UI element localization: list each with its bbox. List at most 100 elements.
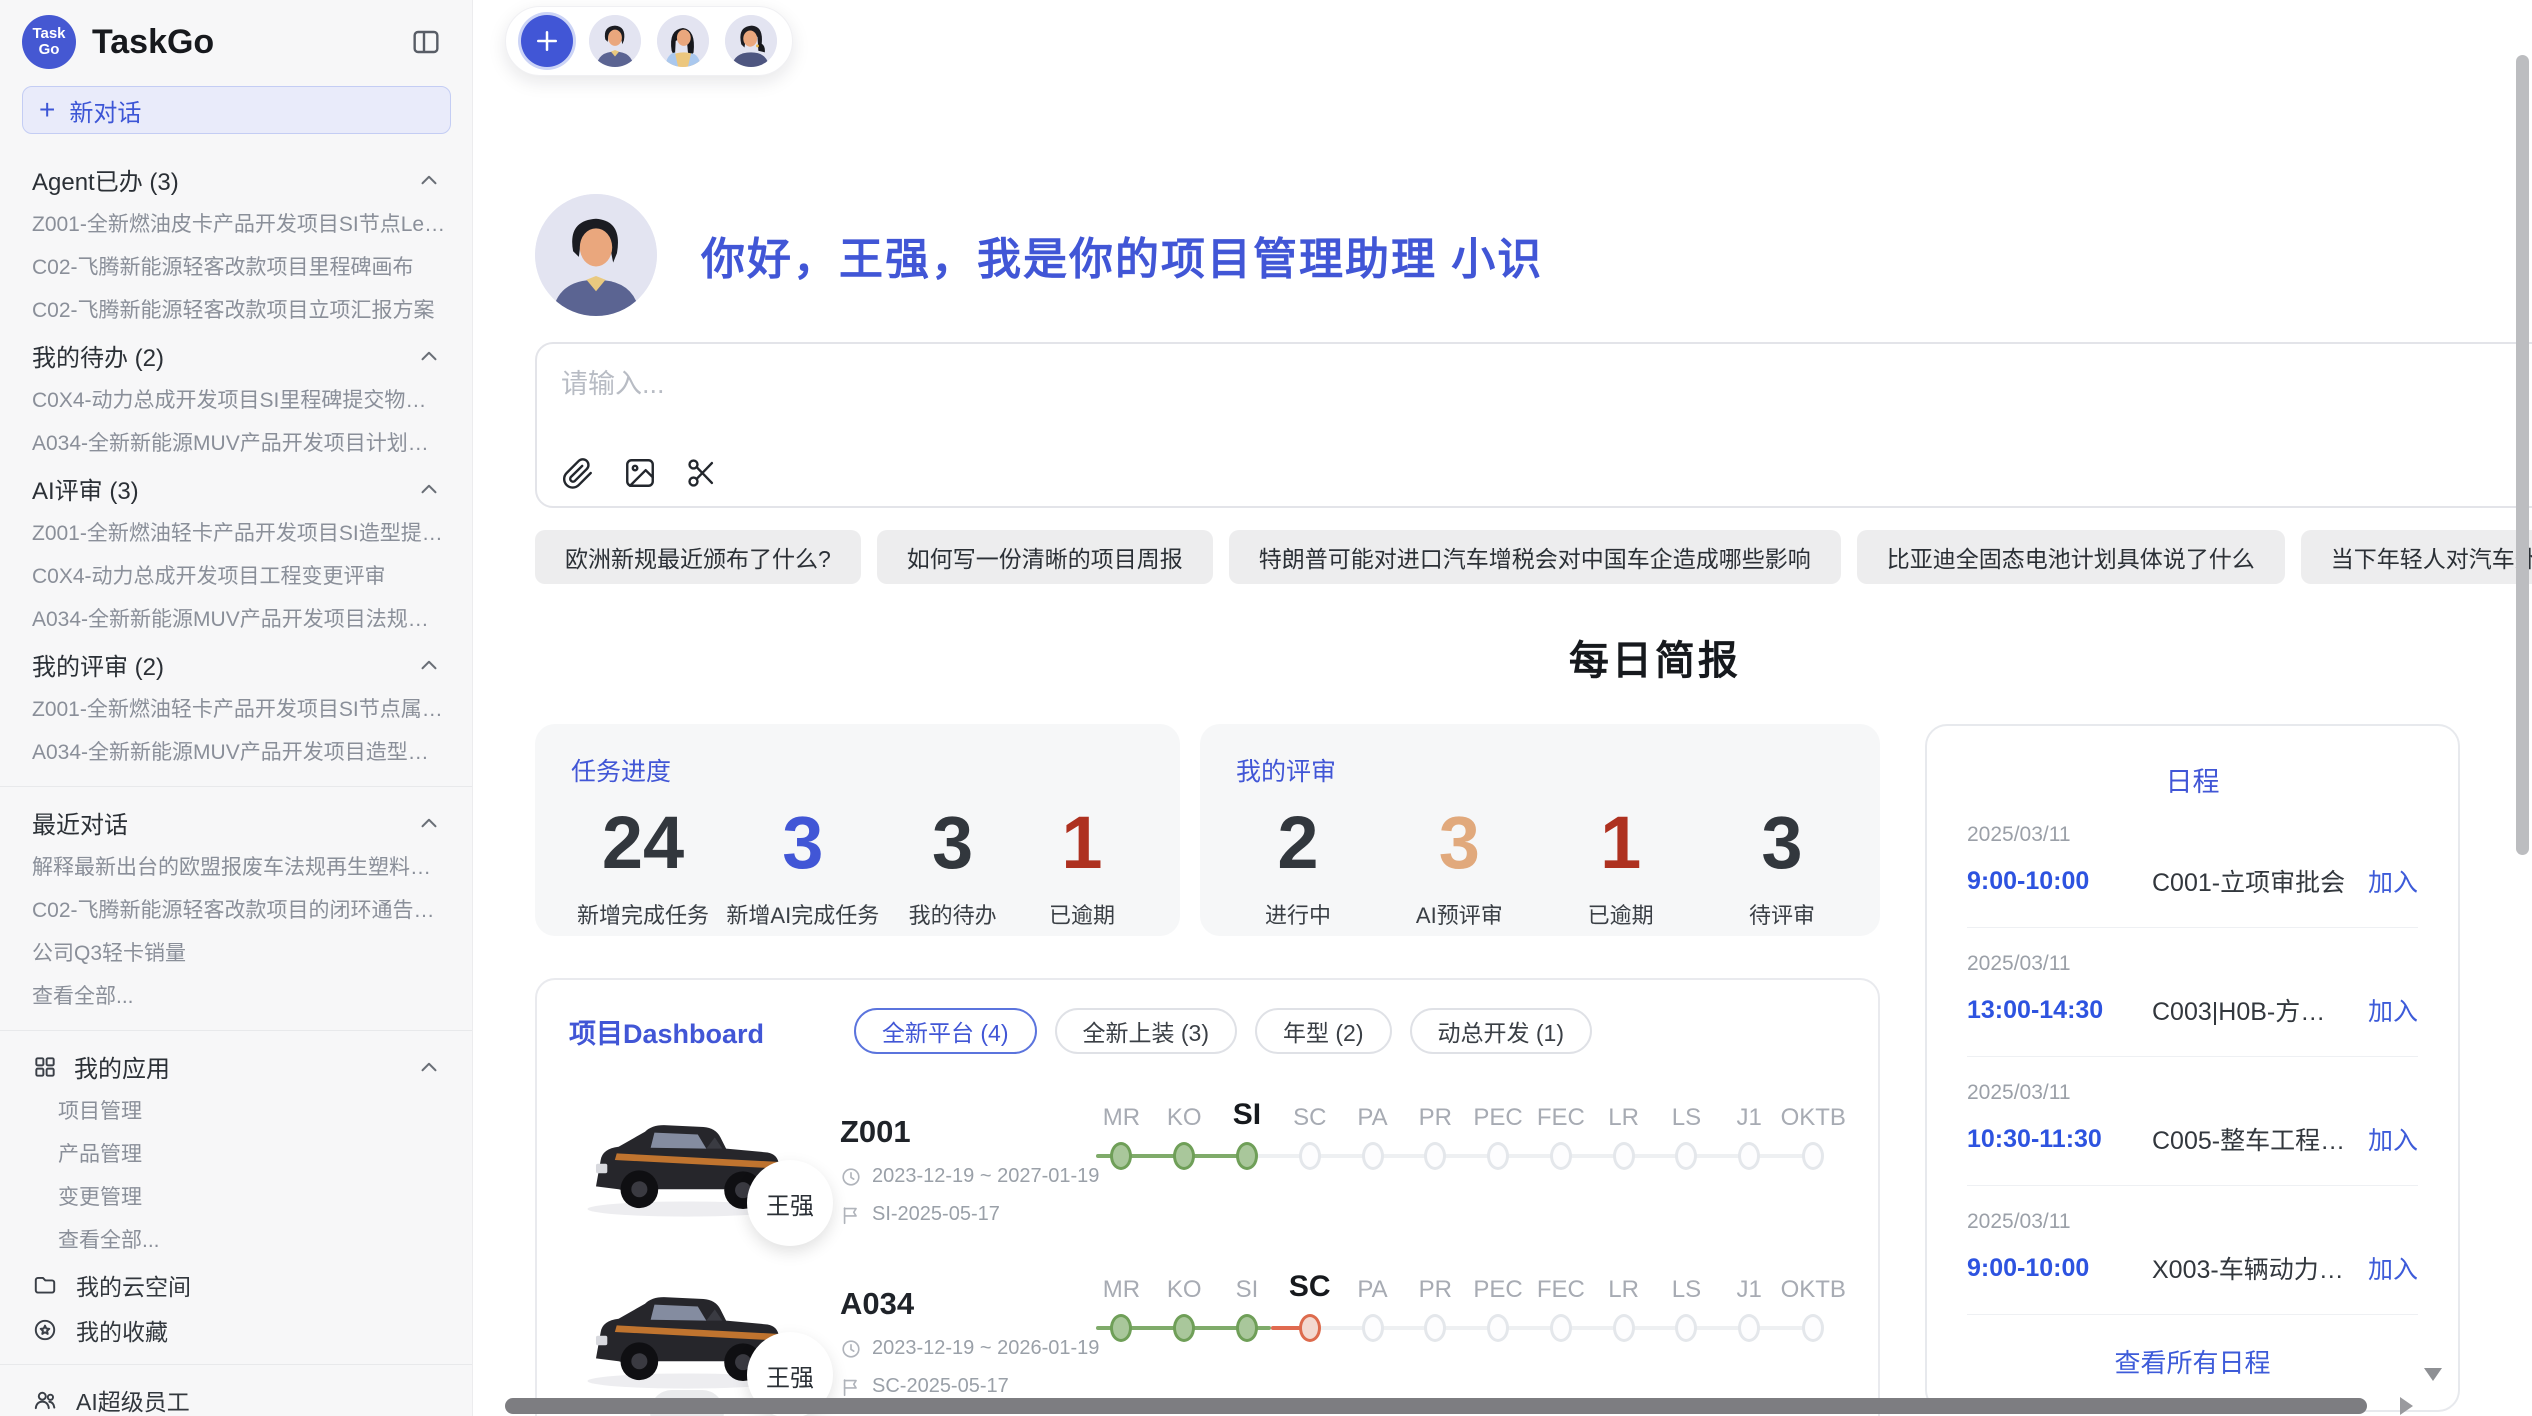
sidebar-item[interactable]: C02-飞腾新能源轻客改款项目立项汇报方案: [0, 289, 472, 332]
new-chat-button[interactable]: + 新对话: [22, 86, 451, 134]
suggestion-chip[interactable]: 欧洲新规最近颁布了什么?: [535, 530, 861, 584]
milestone-label: KO: [1167, 1096, 1202, 1132]
milestone-label: SC: [1293, 1096, 1326, 1132]
add-conversation-button[interactable]: [521, 15, 573, 67]
sidebar-section-label: 我的待办 (2): [32, 338, 164, 373]
milestone: KO: [1153, 1268, 1216, 1342]
milestone-label: FEC: [1537, 1096, 1585, 1132]
milestone: SI: [1216, 1268, 1279, 1342]
attachment-icon[interactable]: [561, 456, 595, 490]
app-item[interactable]: 变更管理: [0, 1176, 472, 1219]
scroll-down-arrow-icon[interactable]: [2424, 1368, 2442, 1381]
milestone-label: LR: [1608, 1096, 1639, 1132]
milestone-label: J1: [1737, 1268, 1762, 1304]
dashboard-tab[interactable]: 年型 (2): [1255, 1008, 1392, 1054]
sidebar-item-cloud-space[interactable]: 我的云空间: [0, 1262, 472, 1307]
horizontal-scrollbar[interactable]: [505, 1398, 2367, 1415]
sidebar-item[interactable]: C0X4-动力总成开发项目SI里程碑提交物检查: [0, 379, 472, 422]
image-icon[interactable]: [623, 456, 657, 490]
milestone-dot: [1362, 1142, 1384, 1170]
recent-chat-item[interactable]: 公司Q3轻卡销量: [0, 932, 472, 975]
recent-chat-item[interactable]: C02-飞腾新能源轻客改款项目的闭环通告反馈情况: [0, 889, 472, 932]
sidebar-section-header[interactable]: 我的待办 (2): [0, 332, 472, 379]
date-range-text: 2023-12-19 ~ 2026-01-19: [872, 1337, 1099, 1360]
apps-grid-icon: [32, 1054, 58, 1080]
stat: 1已逾期: [1026, 804, 1138, 930]
milestone-dot: [1487, 1314, 1509, 1342]
sidebar-section-header-recent[interactable]: 最近对话: [0, 799, 472, 846]
stat-card: 我的评审2进行中3AI预评审1已逾期3待评审: [1200, 724, 1880, 936]
milestone: PEC: [1467, 1268, 1530, 1342]
sidebar-item[interactable]: A034-全新新能源MUV产品开发项目法规符合性评审: [0, 598, 472, 641]
sidebar-item-favorites[interactable]: 我的收藏: [0, 1307, 472, 1352]
join-meeting-link[interactable]: 加入: [2368, 863, 2418, 899]
composer: [535, 342, 2532, 508]
join-meeting-link[interactable]: 加入: [2368, 1121, 2418, 1157]
join-meeting-link[interactable]: 加入: [2368, 992, 2418, 1028]
stat-value: 1: [1600, 804, 1641, 882]
sidebar-section-header[interactable]: 我的评审 (2): [0, 641, 472, 688]
contact-avatar-2[interactable]: [657, 15, 709, 67]
recent-chat-item[interactable]: 查看全部...: [0, 975, 472, 1018]
sidebar-item[interactable]: C0X4-动力总成开发项目工程变更评审: [0, 555, 472, 598]
dashboard-tab[interactable]: 动总开发 (1): [1410, 1008, 1593, 1054]
sidebar-section-header[interactable]: Agent已办 (3): [0, 156, 472, 203]
milestone: SC: [1278, 1268, 1341, 1342]
milestone-label: PR: [1419, 1268, 1452, 1304]
milestone-label: PEC: [1473, 1268, 1522, 1304]
milestone: PR: [1404, 1096, 1467, 1170]
project-dashboard-card: 项目Dashboard 全新平台 (4)全新上装 (3)年型 (2)动总开发 (…: [535, 978, 1880, 1416]
contact-avatar-1[interactable]: [589, 15, 641, 67]
vertical-scrollbar[interactable]: [2516, 55, 2529, 855]
briefing-left-column: 任务进度24新增完成任务3新增AI完成任务3我的待办1已逾期我的评审2进行中3A…: [535, 724, 1880, 1416]
stat-label: 新增完成任务: [577, 898, 709, 930]
stat-row: 2进行中3AI预评审1已逾期3待评审: [1236, 804, 1844, 930]
stat-label: 待评审: [1749, 898, 1815, 930]
project-row[interactable]: 王强A0342023-12-19 ~ 2026-01-19SC-2025-05-…: [569, 1266, 1846, 1398]
milestone-label: PA: [1357, 1268, 1387, 1304]
milestone-dot: [1802, 1314, 1824, 1342]
stat-value: 3: [932, 804, 973, 882]
sidebar-item[interactable]: A034-全新新能源MUV产品开发项目计划变更表编写: [0, 422, 472, 465]
scroll-right-arrow-icon[interactable]: [2400, 1397, 2413, 1415]
sidebar-section-header[interactable]: AI评审 (3): [0, 465, 472, 512]
app-item[interactable]: 产品管理: [0, 1133, 472, 1176]
project-list: 王强Z0012023-12-19 ~ 2027-01-19SI-2025-05-…: [569, 1094, 1846, 1398]
suggestion-chip[interactable]: 比亚迪全固态电池计划具体说了什么: [1857, 530, 2285, 584]
project-row[interactable]: 王强Z0012023-12-19 ~ 2027-01-19SI-2025-05-…: [569, 1094, 1846, 1226]
date-range-text: 2023-12-19 ~ 2027-01-19: [872, 1165, 1099, 1188]
suggestion-chip[interactable]: 特朗普可能对进口汽车增税会对中国车企造成哪些影响: [1229, 530, 1841, 584]
app-item[interactable]: 项目管理: [0, 1090, 472, 1133]
view-all-schedule-link[interactable]: 查看所有日程: [1967, 1343, 2418, 1380]
plus-icon: +: [39, 96, 55, 124]
sidebar-section-header-apps[interactable]: 我的应用: [0, 1043, 472, 1090]
assistant-avatar: [535, 194, 657, 316]
dashboard-tab[interactable]: 全新上装 (3): [1055, 1008, 1238, 1054]
sidebar-item[interactable]: C02-飞腾新能源轻客改款项目里程碑画布: [0, 246, 472, 289]
contact-avatar-3[interactable]: [725, 15, 777, 67]
suggestion-chip[interactable]: 如何写一份清晰的项目周报: [877, 530, 1213, 584]
milestone: MR: [1090, 1096, 1153, 1170]
stat: 3待评审: [1726, 804, 1838, 930]
sidebar-item[interactable]: A034-全新新能源MUV产品开发项目造型可行性评审: [0, 731, 472, 774]
app-logo: Task Go: [22, 15, 76, 69]
join-meeting-link[interactable]: 加入: [2368, 1250, 2418, 1286]
sidebar-section-label: 最近对话: [32, 805, 128, 840]
scissors-icon[interactable]: [685, 456, 719, 490]
schedule-item-row: 13:00-14:30C003|H0B-方案冻结评审加入: [1967, 992, 2418, 1028]
project-vehicle-image: 王强: [569, 1094, 804, 1226]
milestone-date-text: SI-2025-05-17: [872, 1203, 1000, 1226]
sidebar-item-ai-staff[interactable]: AI超级员工: [0, 1377, 472, 1416]
milestone-label: LS: [1672, 1096, 1701, 1132]
horizontal-scrollbar-thumb[interactable]: [505, 1398, 2367, 1414]
milestone-date-text: SC-2025-05-17: [872, 1375, 1009, 1398]
suggestion-chip[interactable]: 当下年轻人对汽车外观有怎样的喜好趋势: [2301, 530, 2532, 584]
dashboard-tab[interactable]: 全新平台 (4): [854, 1008, 1037, 1054]
panel-collapse-icon[interactable]: [406, 22, 446, 62]
sidebar-item[interactable]: Z001-全新燃油轻卡产品开发项目SI造型提交物评审: [0, 512, 472, 555]
chat-input[interactable]: [559, 360, 2532, 436]
sidebar-item[interactable]: Z001-全新燃油轻卡产品开发项目SI节点属性5D文件评审: [0, 688, 472, 731]
sidebar-item[interactable]: Z001-全新燃油皮卡产品开发项目SI节点Lesson Learn报告: [0, 203, 472, 246]
recent-chat-item[interactable]: 解释最新出台的欧盟报废车法规再生塑料比例被调至15%...: [0, 846, 472, 889]
app-item[interactable]: 查看全部...: [0, 1219, 472, 1262]
